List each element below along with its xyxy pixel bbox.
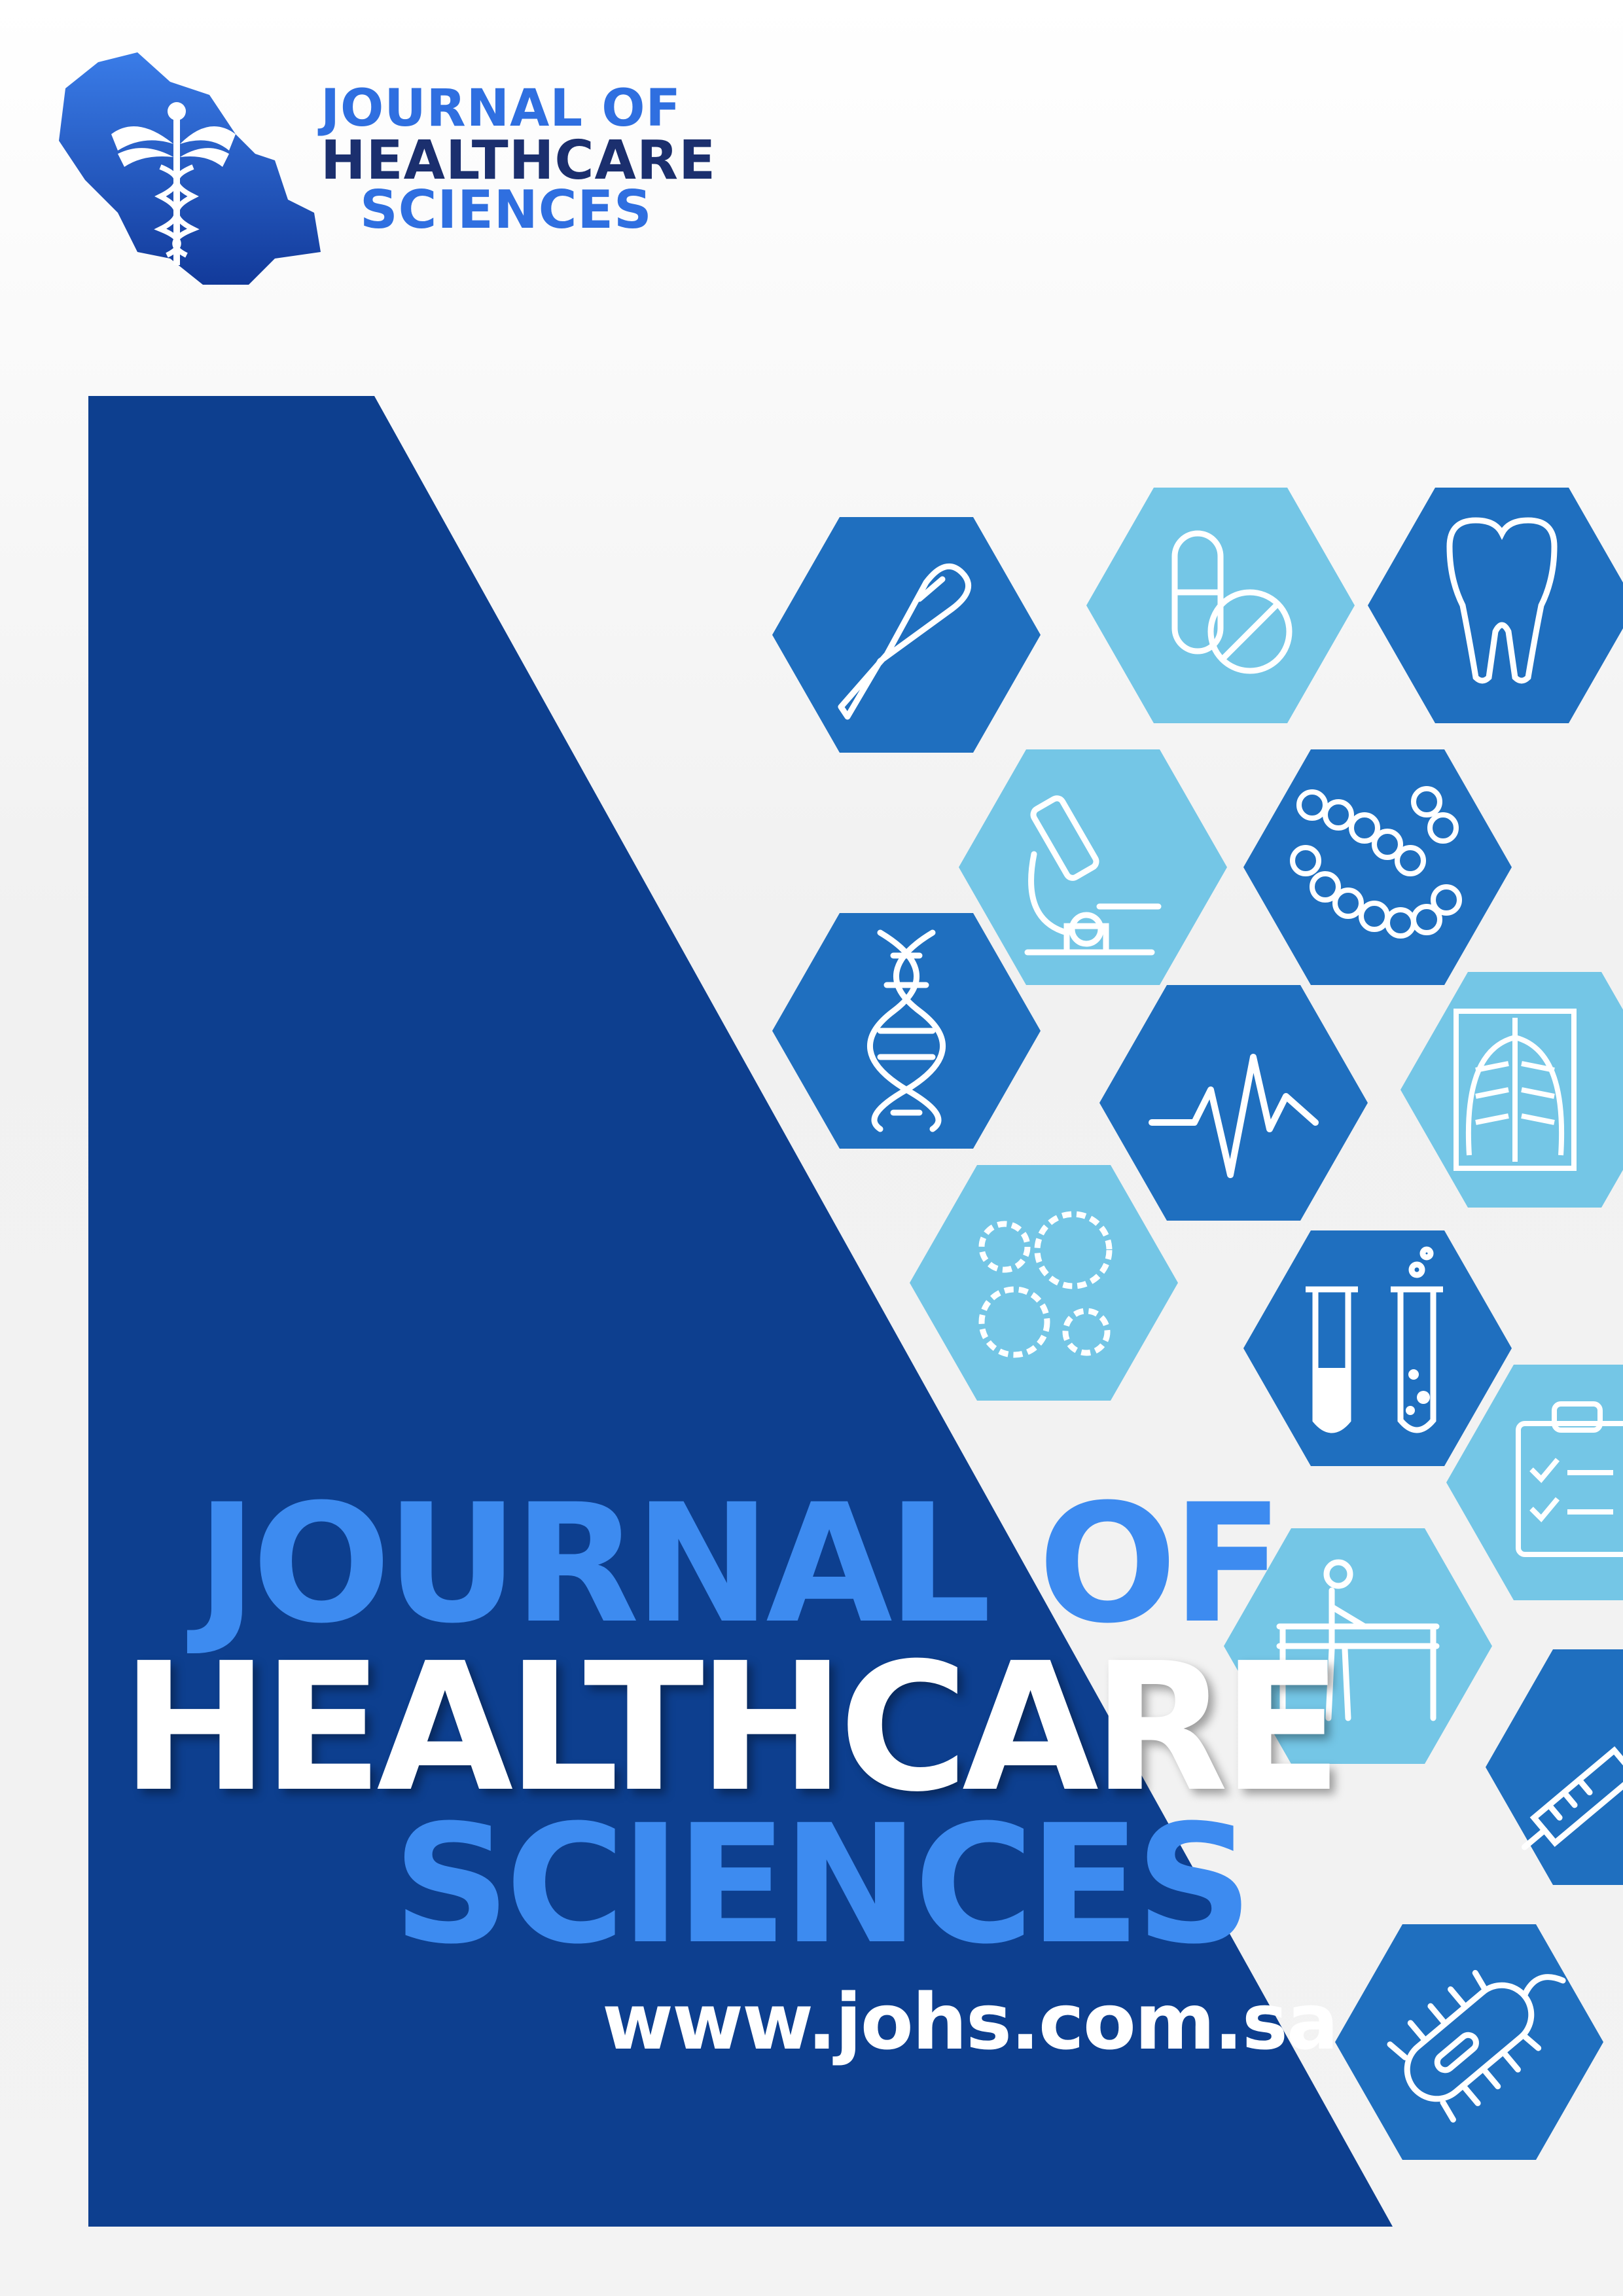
syringe-icon <box>1486 1649 1623 1885</box>
test-tubes-icon <box>1243 1230 1512 1466</box>
xray-icon <box>1400 972 1623 1208</box>
pills-icon <box>1086 488 1355 723</box>
bacterium-icon <box>1335 1924 1603 2160</box>
cover-title-line-3: SCIENCES <box>393 1789 1253 1980</box>
microscope-icon <box>959 749 1227 985</box>
bacteria-chain-icon <box>1243 749 1512 985</box>
thermometer-icon <box>772 517 1041 753</box>
dna-icon <box>772 913 1041 1149</box>
heartbeat-icon <box>1099 985 1368 1221</box>
website-url: www.johs.com.sa <box>602 1977 1339 2067</box>
tooth-icon <box>1368 488 1623 723</box>
cover-title-line-1: JOURNAL OF <box>196 1469 1283 1659</box>
virus-icon <box>910 1165 1178 1401</box>
